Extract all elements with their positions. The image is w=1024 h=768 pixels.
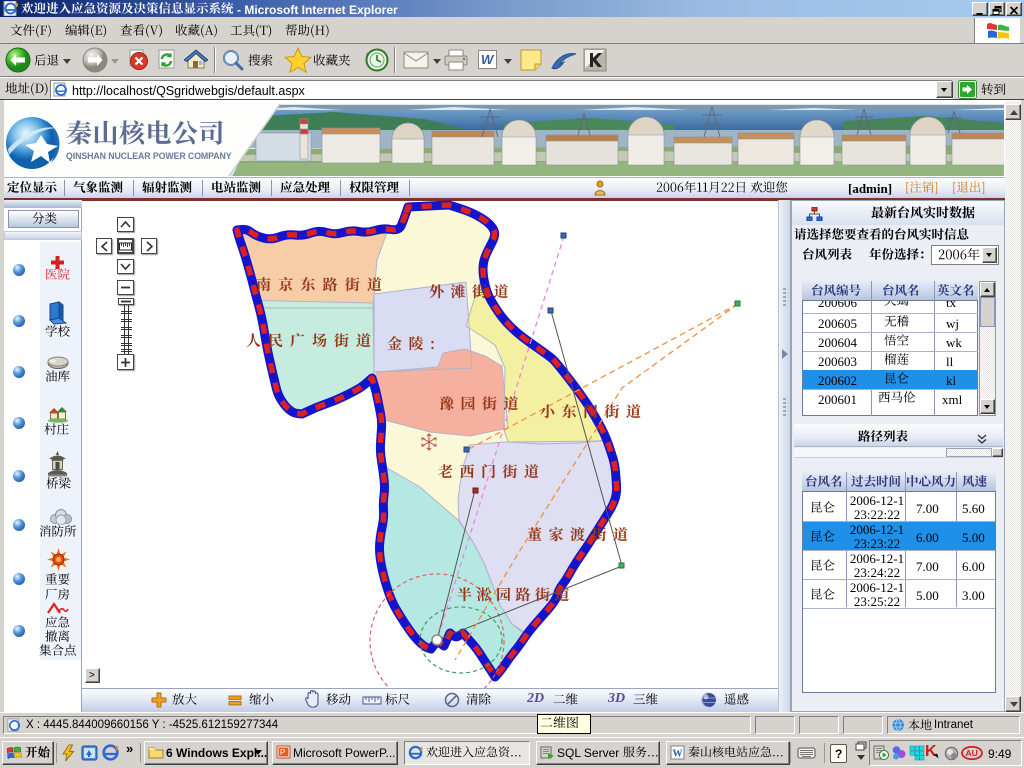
svg-text:W: W [673,749,683,760]
svg-text:AU: AU [966,748,978,758]
svg-text:P: P [280,748,285,757]
